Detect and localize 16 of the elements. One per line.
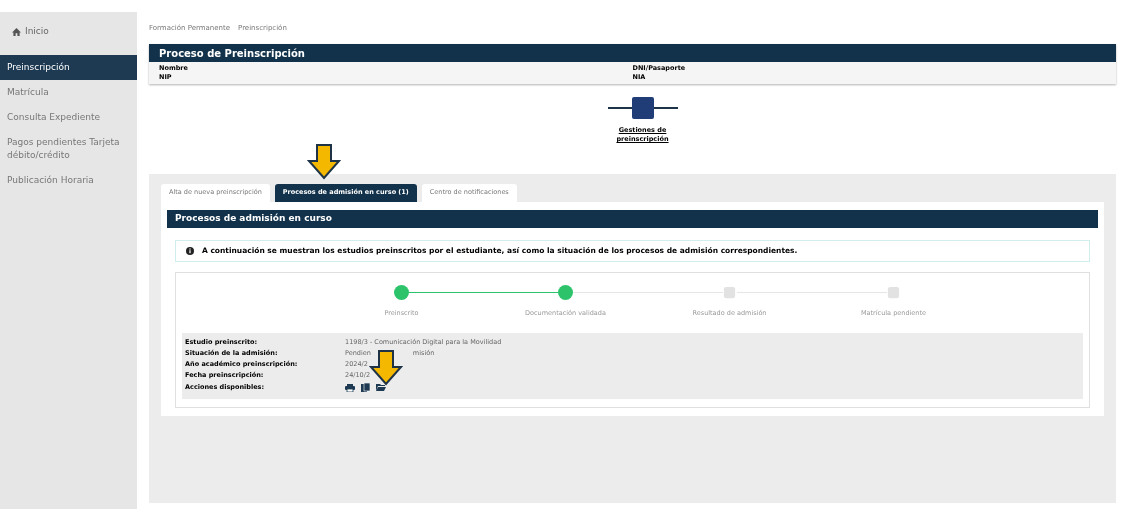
sidebar-item[interactable]: Pagos pendientes Tarjeta débito/crédito [0,130,137,168]
folder-icon[interactable] [376,384,386,392]
info-icon [186,247,194,255]
arrow-icon [307,144,341,180]
step-node-icon [607,96,678,120]
document-icon[interactable] [361,383,370,393]
home-link[interactable]: Inicio [25,25,49,39]
section-header: Procesos de admisión en curso [167,210,1098,228]
printer-icon[interactable] [345,383,355,392]
arrow-icon [369,349,403,386]
section-header: Proceso de Preinscripción [149,44,1116,62]
home-icon [12,28,21,36]
sidebar-item[interactable]: Publicación Horaria [0,168,137,193]
sidebar-item[interactable]: Consulta Expediente [0,105,137,130]
sidebar-item[interactable]: Matrícula [0,80,137,105]
sidebar-item[interactable]: Preinscripción [0,55,137,80]
